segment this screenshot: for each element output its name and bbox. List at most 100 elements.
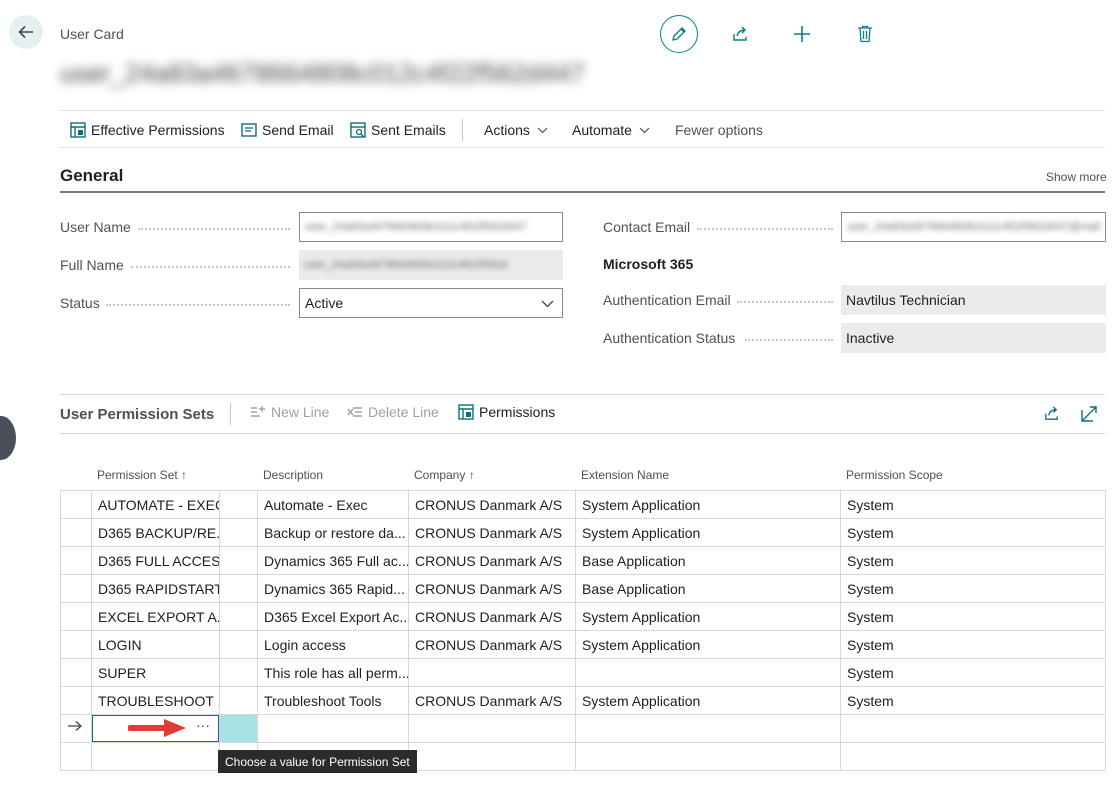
grid-line [60, 490, 61, 771]
red-arrow-annotation [127, 716, 190, 745]
cell-description[interactable]: Dynamics 365 Full ac... [258, 547, 408, 575]
cell-company[interactable]: CRONUS Danmark A/S [409, 519, 575, 547]
table-row[interactable]: D365 BACKUP/RE... Backup or restore da...… [60, 519, 1106, 547]
auth-status-field[interactable]: Inactive [841, 323, 1106, 353]
column-header-scope[interactable]: Permission Scope [846, 468, 943, 482]
subpage-title[interactable]: User Permission Sets [60, 406, 214, 423]
back-button[interactable] [9, 15, 43, 49]
dotted-leader [106, 304, 290, 306]
cell-permission-set[interactable]: TROUBLESHOOT ... [92, 687, 219, 715]
actions-menu[interactable]: Actions [484, 111, 548, 149]
table-row[interactable]: EXCEL EXPORT A... D365 Excel Export Ac...… [60, 603, 1106, 631]
automate-menu[interactable]: Automate [572, 111, 650, 149]
row-action-cell[interactable] [220, 715, 257, 742]
grid-line [1105, 490, 1106, 771]
cell-extension[interactable]: System Application [576, 603, 840, 631]
table-row[interactable]: D365 RAPIDSTART Dynamics 365 Rapid... CRON… [60, 575, 1106, 603]
table-row[interactable]: SUPER This role has all perm... System [60, 659, 1106, 687]
sort-arrow-icon: ↑ [181, 468, 188, 482]
column-header-extension[interactable]: Extension Name [581, 468, 669, 482]
cell-extension[interactable]: System Application [576, 631, 840, 659]
contact-email-field[interactable]: user_24a83a4678664808c012c4f22f562d447@m… [841, 212, 1106, 242]
cell-scope[interactable]: System [841, 603, 1105, 631]
expand-button[interactable] [1081, 406, 1097, 427]
cell-company[interactable]: CRONUS Danmark A/S [409, 603, 575, 631]
column-header-company[interactable]: Company ↑ [414, 468, 475, 482]
cell-company[interactable] [409, 659, 575, 687]
cell-scope[interactable]: System [841, 547, 1105, 575]
cell-company[interactable]: CRONUS Danmark A/S [409, 687, 575, 715]
cell-description[interactable]: Troubleshoot Tools [258, 687, 408, 715]
subpage-separator [230, 403, 231, 425]
cell-extension[interactable]: System Application [576, 491, 840, 519]
sent-emails-action[interactable]: Sent Emails [350, 111, 446, 149]
cell-description[interactable]: Dynamics 365 Rapid... [258, 575, 408, 603]
edit-button[interactable] [660, 15, 698, 53]
subpage-top-border [60, 394, 1105, 395]
subpage-share-button[interactable] [1043, 405, 1060, 427]
cell-permission-set[interactable]: D365 BACKUP/RE... [92, 519, 219, 547]
cell-scope[interactable]: System [841, 659, 1105, 687]
delete-line-action[interactable]: Delete Line [347, 404, 439, 420]
cell-extension[interactable] [576, 659, 840, 687]
user-name-field[interactable]: user_24a83a4678664808c012c4f22f562d447 [299, 212, 563, 242]
table-row[interactable]: TROUBLESHOOT ... Troubleshoot Tools CRONUS… [60, 687, 1106, 715]
effective-permissions-action[interactable]: Effective Permissions [70, 111, 225, 149]
cell-permission-set[interactable]: AUTOMATE - EXEC [92, 491, 219, 519]
cell-permission-set[interactable]: D365 RAPIDSTART [92, 575, 219, 603]
cell-description[interactable]: Automate - Exec [258, 491, 408, 519]
side-panel-handle[interactable] [0, 416, 16, 460]
column-header-permission-set[interactable]: Permission Set ↑ [97, 468, 187, 482]
microsoft-365-heading: Microsoft 365 [603, 256, 694, 272]
cell-extension[interactable]: System Application [576, 687, 840, 715]
table-row[interactable]: LOGIN Login access CRONUS Danmark A/S Syste… [60, 631, 1106, 659]
fewer-options-button[interactable]: Fewer options [675, 111, 763, 149]
table-row[interactable]: AUTOMATE - EXEC Automate - Exec CRONUS Dan… [60, 491, 1106, 519]
auth-status-label: Authentication Status [603, 330, 736, 346]
cell-permission-set[interactable]: EXCEL EXPORT A... [92, 603, 219, 631]
dotted-leader [737, 301, 833, 303]
cell-description[interactable]: D365 Excel Export Ac... [258, 603, 408, 631]
cell-description[interactable]: Backup or restore da... [258, 519, 408, 547]
status-select[interactable]: Active [299, 288, 563, 318]
send-email-action[interactable]: Send Email [241, 111, 334, 149]
show-more-link[interactable]: Show more [1046, 170, 1107, 184]
auth-email-field[interactable]: Navtilus Technician [841, 285, 1106, 315]
cell-company[interactable]: CRONUS Danmark A/S [409, 491, 575, 519]
cell-scope[interactable]: System [841, 631, 1105, 659]
new-button[interactable] [788, 20, 816, 48]
share-button[interactable] [726, 20, 754, 48]
cell-company[interactable]: CRONUS Danmark A/S [409, 631, 575, 659]
cell-description[interactable]: This role has all perm... [258, 659, 408, 687]
cell-extension[interactable]: Base Application [576, 547, 840, 575]
sent-emails-icon [350, 122, 366, 138]
cell-extension[interactable]: Base Application [576, 575, 840, 603]
column-header-description[interactable]: Description [263, 468, 323, 482]
cell-permission-set[interactable]: SUPER [92, 659, 219, 687]
table-row[interactable]: D365 FULL ACCESS Dynamics 365 Full ac... C… [60, 547, 1106, 575]
section-divider [60, 191, 1105, 193]
general-section-title[interactable]: General [60, 166, 123, 186]
fewer-options-label: Fewer options [675, 122, 763, 138]
automate-menu-label: Automate [572, 122, 632, 138]
cell-company[interactable]: CRONUS Danmark A/S [409, 575, 575, 603]
delete-button[interactable] [851, 20, 879, 48]
permissions-action[interactable]: Permissions [458, 404, 555, 420]
cell-scope[interactable]: System [841, 491, 1105, 519]
cell-company[interactable]: CRONUS Danmark A/S [409, 547, 575, 575]
cell-scope[interactable]: System [841, 687, 1105, 715]
lookup-button[interactable]: ··· [196, 717, 210, 733]
cell-permission-set[interactable]: D365 FULL ACCESS [92, 547, 219, 575]
cell-scope[interactable]: System [841, 575, 1105, 603]
cell-extension[interactable]: System Application [576, 519, 840, 547]
cell-description[interactable]: Login access [258, 631, 408, 659]
cell-permission-set[interactable]: LOGIN [92, 631, 219, 659]
sent-emails-label: Sent Emails [371, 122, 446, 138]
full-name-field[interactable]: user_24a83a4678664808c012c4f22f562d [299, 250, 563, 280]
table-row[interactable] [60, 743, 1106, 771]
action-bar: Effective Permissions Send Email Sent Em… [60, 110, 1105, 148]
new-line-action[interactable]: New Line [250, 404, 329, 420]
cell-scope[interactable]: System [841, 519, 1105, 547]
add-icon [794, 26, 810, 42]
grid-line [575, 490, 576, 771]
